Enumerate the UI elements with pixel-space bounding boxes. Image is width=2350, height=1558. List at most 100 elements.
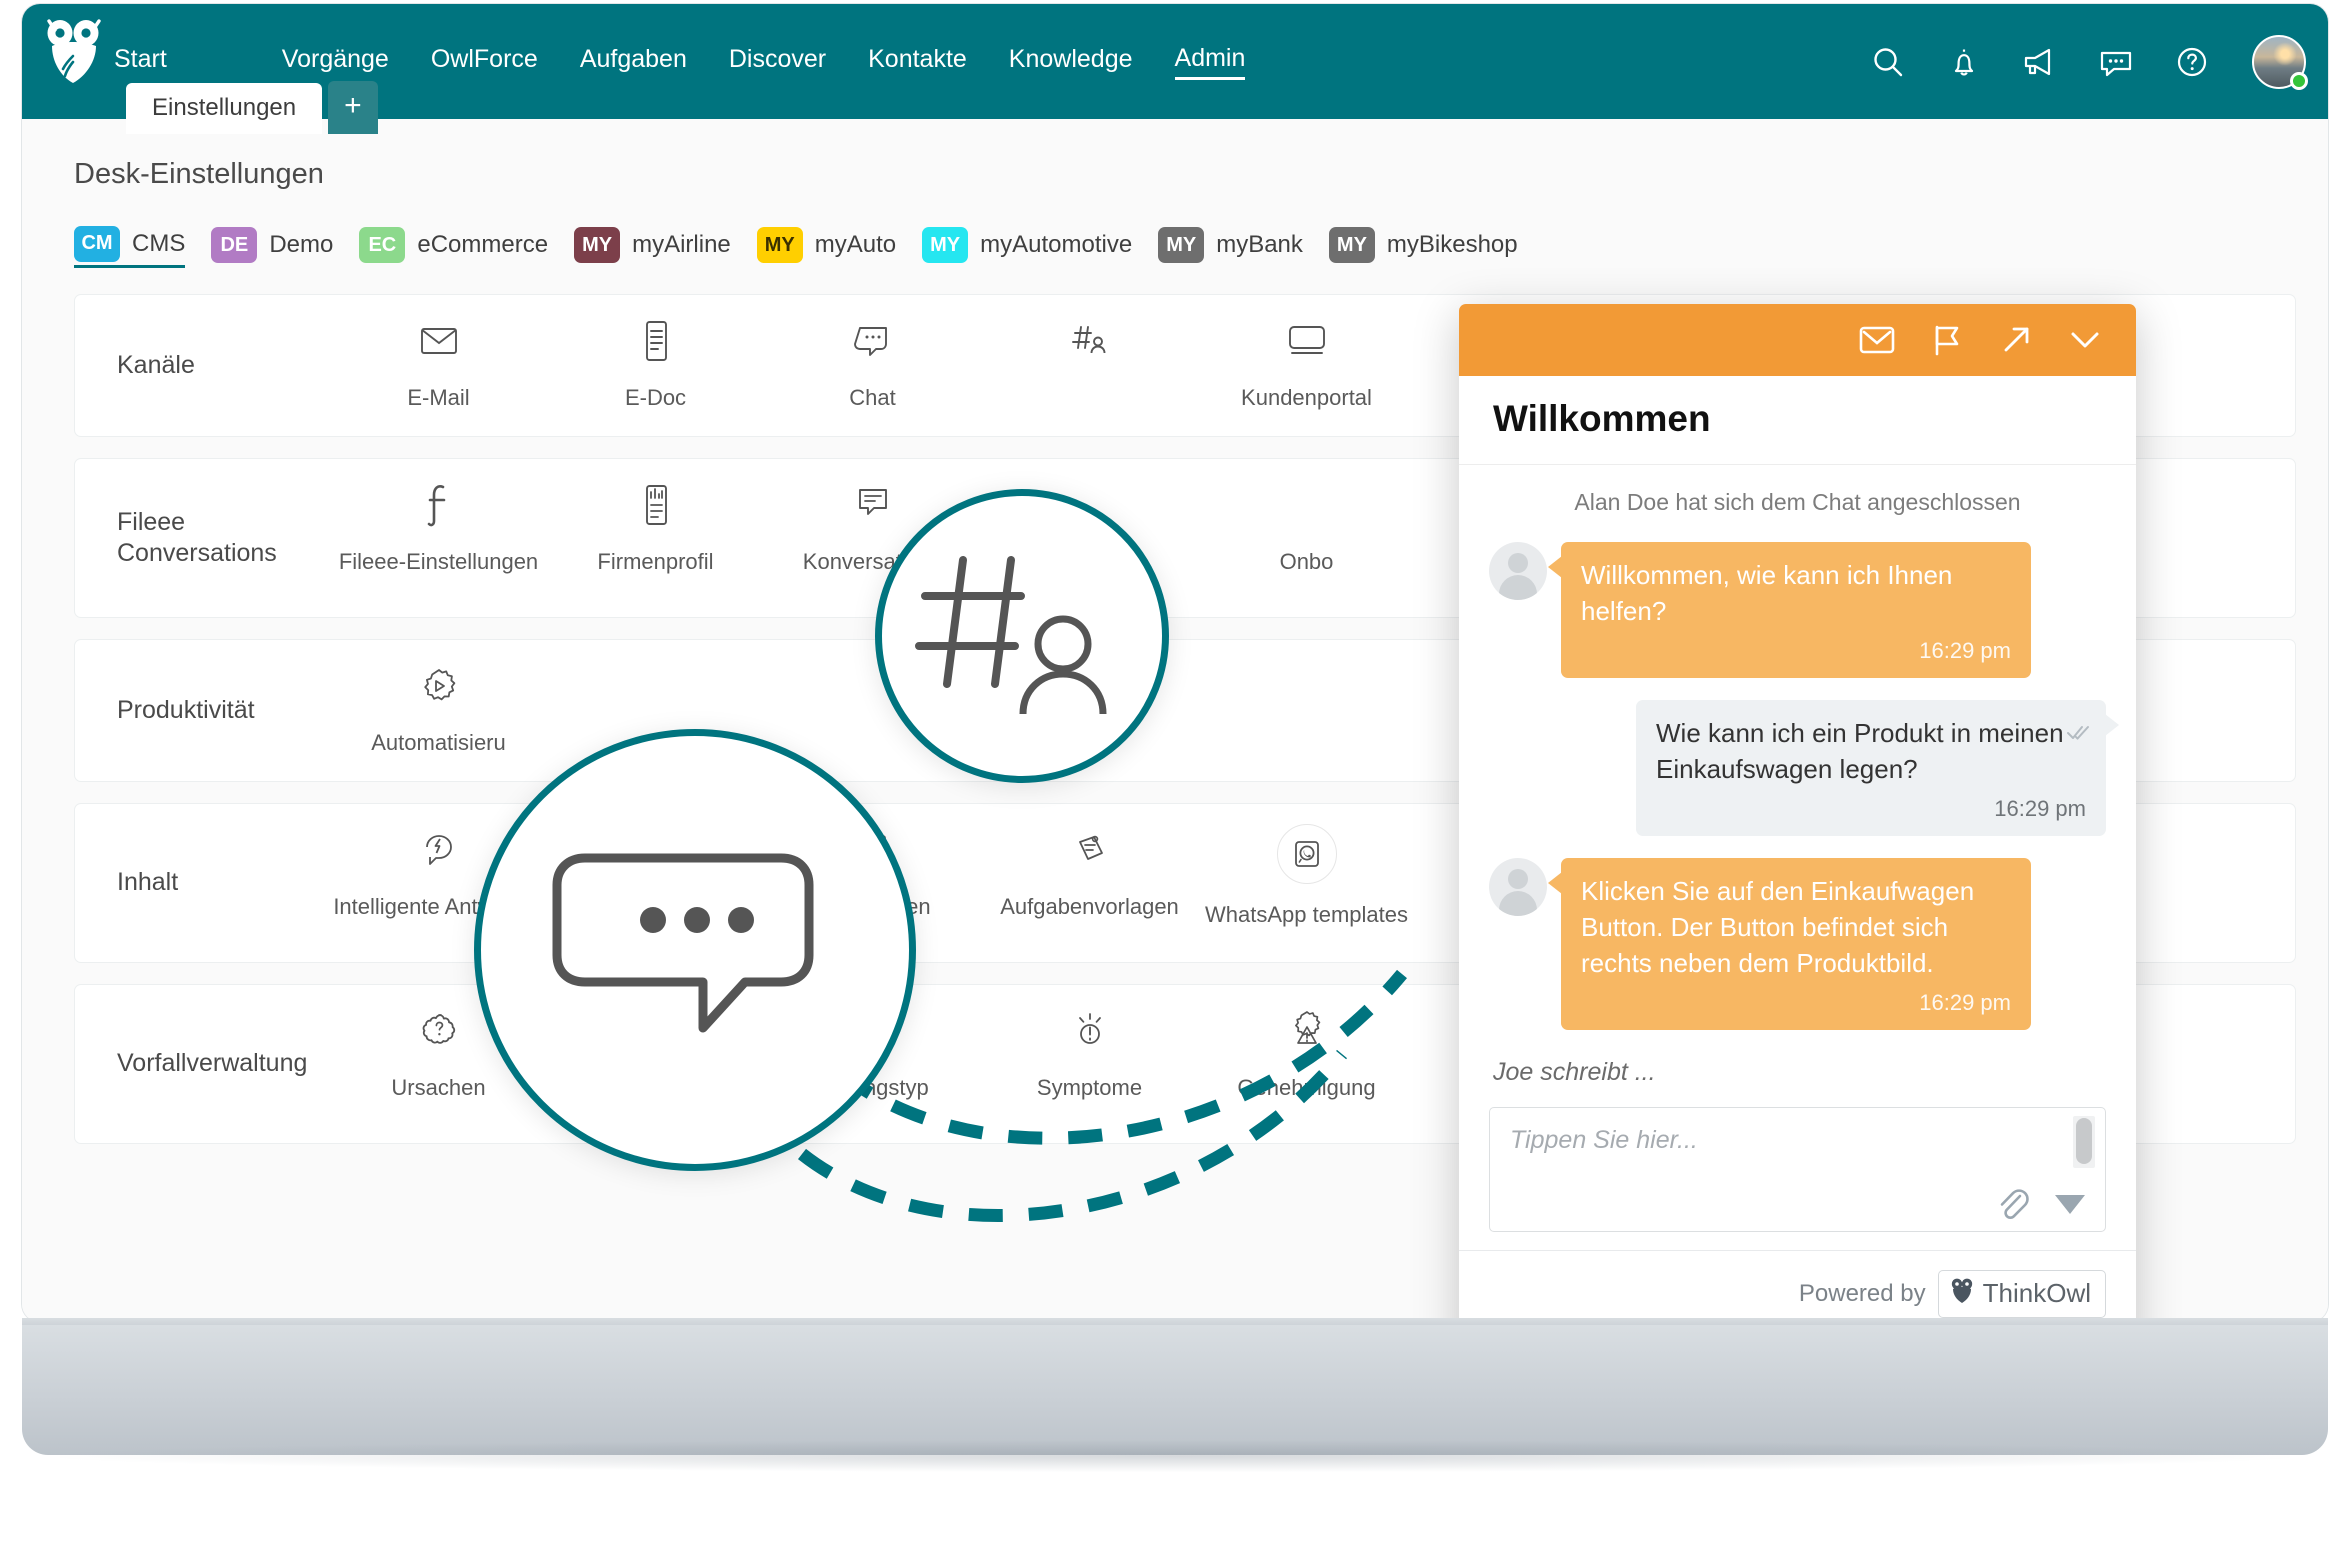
product-badge: MY — [574, 227, 621, 263]
help-icon[interactable] — [2172, 42, 2212, 82]
chat-bubble-magnifier — [474, 729, 916, 1171]
section-title: Kanäle — [117, 350, 195, 379]
product-tab-myautomotive[interactable]: MY myAutomotive — [922, 222, 1132, 268]
gear-play-icon — [418, 660, 460, 712]
setting-whatsapp-templates[interactable]: WhatsApp templates — [1198, 824, 1415, 928]
search-icon[interactable] — [1868, 42, 1908, 82]
expand-arrow-icon[interactable] — [2000, 324, 2034, 356]
nav-item-vorgaenge[interactable]: Vorgänge — [282, 45, 389, 78]
avatar[interactable] — [2252, 34, 2308, 90]
product-tab-demo[interactable]: DE Demo — [211, 222, 333, 268]
typing-indicator: Joe schreibt ... — [1493, 1058, 1656, 1087]
product-tab-cms[interactable]: CM CMS — [74, 222, 186, 268]
product-tab-label: eCommerce — [417, 231, 549, 258]
product-tab-label: myAirline — [632, 231, 731, 258]
nav-item-knowledge[interactable]: Knowledge — [1009, 45, 1133, 78]
monitor-frame: Start Vorgänge OwlForce Aufgaben Discove… — [0, 0, 2350, 1558]
chat-message-list: Alan Doe hat sich dem Chat angeschlossen… — [1459, 465, 2136, 1107]
nav-item-admin[interactable]: Admin — [1174, 44, 1246, 80]
product-tab-myairline[interactable]: MY myAirline — [574, 222, 731, 268]
product-tab-list: CM CMS DE Demo EC eCommerce MY myAirline… — [74, 222, 1544, 268]
setting-label: Fileee-Einstellungen — [338, 549, 539, 574]
product-tab-myauto[interactable]: MY myAuto — [756, 222, 897, 268]
product-tab-label: myAutomotive — [980, 231, 1133, 258]
setting-label: Kundenportal — [1241, 385, 1372, 410]
setting-hashtag-person[interactable] — [981, 315, 1198, 385]
nav-item-discover[interactable]: Discover — [729, 45, 826, 78]
hashtag-person-icon — [1067, 315, 1113, 367]
setting-edoc[interactable]: E-Doc — [547, 315, 764, 411]
product-tab-label: Demo — [269, 231, 334, 258]
envelope-icon[interactable] — [1858, 325, 1896, 355]
hashtag-person-icon — [907, 534, 1137, 739]
product-tab-label: myAuto — [814, 231, 897, 258]
flag-icon[interactable] — [1930, 324, 1966, 356]
chat-message-text: Klicken Sie auf den Einkaufwagen Button.… — [1581, 876, 1975, 978]
setting-email[interactable]: E-Mail — [330, 315, 547, 411]
setting-symptome[interactable]: Symptome — [981, 1005, 1198, 1101]
chat-bubble-icon — [852, 315, 894, 367]
alert-exclamation-icon — [1069, 1005, 1111, 1057]
setting-aufgabenvorlagen[interactable]: Aufgabenvorlagen — [981, 824, 1198, 920]
section-title: Produktivität — [117, 695, 255, 724]
nav-item-start[interactable]: Start — [114, 45, 167, 78]
nav-item-kontakte[interactable]: Kontakte — [868, 45, 967, 78]
hashtag-person-magnifier — [875, 489, 1169, 783]
bell-icon[interactable] — [1944, 42, 1984, 82]
setting-genehmigung[interactable]: Genehmigung — [1198, 1005, 1415, 1101]
setting-kundenportal[interactable]: Kundenportal — [1198, 315, 1415, 411]
chat-system-message: Alan Doe hat sich dem Chat angeschlossen — [1574, 489, 2021, 515]
avatar — [1489, 858, 1547, 917]
product-tab-mybank[interactable]: MY myBank — [1158, 222, 1303, 268]
setting-label: Onbo — [1279, 549, 1334, 574]
chat-input-placeholder: Tippen Sie hier... — [1510, 1126, 1698, 1154]
whatsapp-template-icon — [1276, 824, 1337, 884]
tab-einstellungen[interactable]: Einstellungen — [126, 83, 323, 134]
lightning-bubble-icon — [418, 824, 460, 876]
add-tab-button[interactable]: + — [328, 81, 378, 134]
nav-item-owlforce[interactable]: OwlForce — [431, 45, 538, 78]
approval-warning-icon — [1285, 1005, 1329, 1057]
chat-message-time: 16:29 pm — [1919, 989, 2011, 1015]
chat-widget: Willkommen Alan Doe hat sich dem Chat an… — [1459, 304, 2136, 1322]
monitor-icon — [1284, 315, 1330, 367]
setting-label: Firmenprofil — [597, 549, 714, 574]
send-icon[interactable] — [2051, 1187, 2089, 1219]
setting-label: WhatsApp templates — [1205, 902, 1408, 927]
chat-input[interactable]: Tippen Sie hier... — [1489, 1107, 2106, 1232]
section-title: Inhalt — [117, 868, 179, 897]
setting-firmenprofil[interactable]: Firmenprofil — [547, 479, 764, 575]
screen: Start Vorgänge OwlForce Aufgaben Discove… — [22, 4, 2328, 1322]
owl-logo-icon[interactable] — [42, 16, 106, 84]
chat-input-area: Tippen Sie hier... — [1459, 1107, 2136, 1250]
setting-fileee-einstellungen[interactable]: Fileee-Einstellungen — [330, 479, 547, 575]
chevron-down-icon[interactable] — [2068, 327, 2102, 353]
product-tab-label: CMS — [132, 229, 186, 257]
product-badge: EC — [359, 227, 406, 263]
paperclip-icon[interactable] — [1995, 1185, 2029, 1221]
chat-message-time: 16:29 pm — [1994, 795, 2086, 821]
chat-input-scrollbar[interactable] — [2073, 1116, 2095, 1168]
chat-icon[interactable] — [2096, 42, 2136, 82]
product-badge: CM — [74, 225, 120, 262]
owl-logo-icon — [1949, 1277, 1975, 1310]
task-template-icon — [1068, 824, 1112, 876]
chat-bubble: Willkommen, wie kann ich Ihnen helfen? 1… — [1548, 542, 2031, 679]
setting-label: Symptome — [1036, 1075, 1143, 1100]
chat-message-user-1: Wie kann ich ein Produkt in meinen Einka… — [1489, 700, 2119, 837]
megaphone-icon[interactable] — [2020, 42, 2060, 82]
product-tab-ecommerce[interactable]: EC eCommerce — [359, 222, 548, 268]
product-tab-mybikeshop[interactable]: MY myBikeshop — [1328, 222, 1518, 268]
chat-message-agent-1: Willkommen, wie kann ich Ihnen helfen? 1… — [1489, 542, 2106, 679]
setting-chat[interactable]: Chat — [764, 315, 981, 411]
setting-onboarding[interactable]: Onbo — [1198, 479, 1415, 575]
setting-label: Aufgabenvorlagen — [1000, 894, 1179, 919]
nav-item-aufgaben[interactable]: Aufgaben — [580, 45, 687, 78]
read-receipt-icon — [2066, 716, 2092, 752]
product-tab-label: myBikeshop — [1386, 231, 1518, 258]
chat-bubble-icon — [545, 828, 845, 1073]
setting-automatisierung[interactable]: Automatisieru — [330, 660, 547, 756]
product-badge: MY — [1328, 227, 1375, 263]
chat-message-agent-2: Klicken Sie auf den Einkaufwagen Button.… — [1489, 858, 2106, 1031]
thinkowl-brand-chip[interactable]: ThinkOwl — [1937, 1269, 2106, 1318]
